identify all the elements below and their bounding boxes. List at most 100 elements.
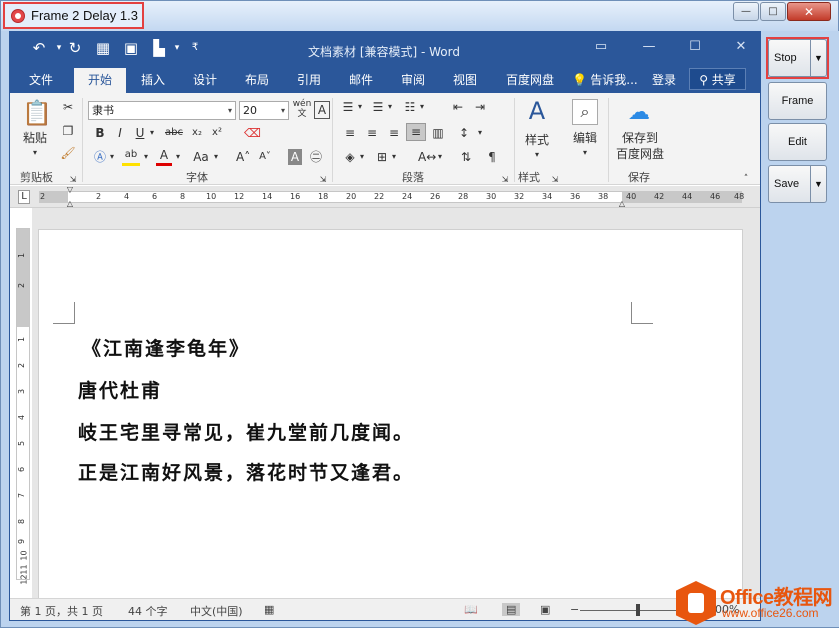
- tab-file[interactable]: 文件: [15, 68, 67, 93]
- cut-icon[interactable]: ✂: [60, 99, 76, 115]
- word-maximize-icon[interactable]: ☐: [688, 40, 702, 54]
- baidu-cloud-icon[interactable]: ☁: [624, 99, 654, 127]
- styles-dropdown-icon[interactable]: ▾: [532, 147, 542, 163]
- tab-layout[interactable]: 布局: [232, 68, 282, 93]
- zoom-out-icon[interactable]: −: [570, 603, 579, 616]
- redo-icon[interactable]: ↻: [66, 39, 84, 57]
- share-button[interactable]: ⚲ 共享: [689, 68, 746, 90]
- styles-label[interactable]: 样式: [518, 133, 556, 147]
- text-direction-icon[interactable]: A↔: [418, 149, 436, 165]
- subscript-icon[interactable]: x₂: [190, 125, 204, 141]
- decrease-indent-icon[interactable]: ⇤: [450, 99, 466, 115]
- doc-line-verse2[interactable]: 正是江南好风景，落花时节又逢君。: [78, 458, 414, 485]
- undo-icon[interactable]: ↶: [30, 39, 48, 57]
- save-button[interactable]: Save ▼: [768, 165, 827, 203]
- doc-line-verse1[interactable]: 岐王宅里寻常见，崔九堂前几度闻。: [78, 418, 414, 445]
- maximize-button[interactable]: □: [760, 2, 786, 21]
- show-marks-icon[interactable]: ¶: [484, 149, 500, 165]
- paste-icon[interactable]: 📋: [22, 99, 52, 127]
- status-word-count[interactable]: 44 个字: [128, 603, 168, 619]
- numbering-icon[interactable]: ☰: [370, 99, 386, 115]
- bullets-icon[interactable]: ☰: [340, 99, 356, 115]
- borders-icon[interactable]: ⊞: [374, 149, 390, 165]
- align-center-icon[interactable]: ≡: [364, 125, 380, 141]
- doc-line-author[interactable]: 唐代杜甫: [78, 376, 162, 403]
- phonetic-guide-icon[interactable]: wén 文: [292, 99, 312, 119]
- tell-me-search[interactable]: 告诉我...: [590, 68, 638, 93]
- tab-review[interactable]: 审阅: [388, 68, 438, 93]
- editing-label[interactable]: 编辑: [566, 131, 604, 145]
- frame-button[interactable]: Frame: [768, 82, 827, 120]
- format-painter-icon[interactable]: ▙: [150, 39, 168, 57]
- bold-icon[interactable]: B: [94, 125, 106, 141]
- bullets-dropdown-icon[interactable]: ▾: [356, 99, 364, 115]
- paste-dropdown-icon[interactable]: ▾: [30, 145, 40, 161]
- char-shading-icon[interactable]: A: [288, 149, 302, 165]
- qat-dropdown-icon[interactable]: ▾: [168, 39, 186, 57]
- save-to-label-line2[interactable]: 百度网盘: [612, 147, 668, 161]
- tab-mailings[interactable]: 邮件: [336, 68, 386, 93]
- numbering-dropdown-icon[interactable]: ▾: [386, 99, 394, 115]
- align-right-icon[interactable]: ≡: [386, 125, 402, 141]
- web-layout-icon[interactable]: ▣: [540, 603, 550, 616]
- grow-font-icon[interactable]: A˄: [236, 149, 250, 165]
- italic-icon[interactable]: I: [114, 125, 126, 141]
- document-page[interactable]: 《江南逢李龟年》 唐代杜甫 岐王宅里寻常见，崔九堂前几度闻。 正是江南好风景，落…: [38, 229, 743, 619]
- status-page[interactable]: 第 1 页，共 1 页: [20, 603, 103, 619]
- close-button[interactable]: ✕: [787, 2, 831, 21]
- save-icon[interactable]: ▣: [122, 39, 140, 57]
- highlight-icon[interactable]: ab: [122, 147, 140, 166]
- styles-icon[interactable]: A: [524, 97, 550, 125]
- char-border-icon[interactable]: A: [314, 101, 330, 119]
- justify-icon[interactable]: ≡: [406, 123, 426, 141]
- shrink-font-icon[interactable]: A˅: [258, 149, 272, 165]
- font-size-select[interactable]: 20 ▾: [239, 101, 289, 120]
- font-color-icon[interactable]: A: [156, 147, 172, 166]
- shading-icon[interactable]: ◈: [342, 149, 358, 165]
- font-name-select[interactable]: 隶书 ▾: [88, 101, 236, 120]
- login-link[interactable]: 登录: [642, 68, 686, 93]
- macro-record-icon[interactable]: ▦: [264, 603, 274, 616]
- borders-dropdown-icon[interactable]: ▾: [390, 149, 398, 165]
- tab-design[interactable]: 设计: [180, 68, 230, 93]
- word-minimize-icon[interactable]: —: [642, 40, 656, 54]
- editing-dropdown-icon[interactable]: ▾: [580, 145, 590, 161]
- line-spacing-dropdown-icon[interactable]: ▾: [476, 125, 484, 141]
- first-line-indent-marker[interactable]: ▽: [66, 186, 74, 194]
- distributed-icon[interactable]: ▥: [430, 125, 446, 141]
- line-spacing-icon[interactable]: ↕: [456, 125, 472, 141]
- edit-button[interactable]: Edit: [768, 123, 827, 161]
- tab-insert[interactable]: 插入: [128, 68, 178, 93]
- enclose-char-icon[interactable]: ㊁: [308, 149, 324, 165]
- shading-dropdown-icon[interactable]: ▾: [358, 149, 366, 165]
- vertical-ruler[interactable]: 1 2 1 2 3 4 5 6 7 8 9 10 11 12: [16, 228, 30, 585]
- multilevel-list-icon[interactable]: ☷: [402, 99, 418, 115]
- minimize-button[interactable]: —: [733, 2, 759, 21]
- change-case-dropdown-icon[interactable]: ▾: [212, 149, 220, 165]
- tab-selector-icon[interactable]: L: [18, 190, 30, 204]
- tab-view[interactable]: 视图: [440, 68, 490, 93]
- align-left-icon[interactable]: ≡: [342, 125, 358, 141]
- copy-icon[interactable]: ❐: [60, 123, 76, 139]
- collapse-ribbon-icon[interactable]: ˄: [740, 171, 752, 187]
- customize-qat-icon[interactable]: ₹: [186, 39, 204, 57]
- zoom-slider-thumb[interactable]: [636, 604, 640, 616]
- font-color-dropdown-icon[interactable]: ▾: [174, 149, 182, 165]
- tab-baidu-netdisk[interactable]: 百度网盘: [494, 68, 566, 93]
- tab-home[interactable]: 开始: [74, 68, 126, 93]
- multilevel-dropdown-icon[interactable]: ▾: [418, 99, 426, 115]
- strikethrough-icon[interactable]: abc: [162, 125, 186, 141]
- print-layout-icon[interactable]: ▤: [502, 603, 521, 616]
- doc-line-title[interactable]: 《江南逢李龟年》: [82, 334, 250, 361]
- underline-icon[interactable]: U: [134, 125, 146, 141]
- save-to-label-line1[interactable]: 保存到: [612, 131, 668, 145]
- tab-references[interactable]: 引用: [284, 68, 334, 93]
- stop-dropdown-icon[interactable]: ▼: [810, 40, 826, 76]
- clear-format-icon[interactable]: ⌫: [244, 125, 261, 141]
- text-direction-dropdown-icon[interactable]: ▾: [436, 149, 444, 165]
- find-icon[interactable]: ⌕: [572, 99, 598, 125]
- format-painter-icon[interactable]: 🖌: [60, 145, 76, 161]
- change-case-icon[interactable]: Aa: [190, 149, 212, 165]
- ribbon-display-icon[interactable]: ▭: [594, 40, 608, 54]
- hanging-indent-marker[interactable]: △: [66, 200, 74, 208]
